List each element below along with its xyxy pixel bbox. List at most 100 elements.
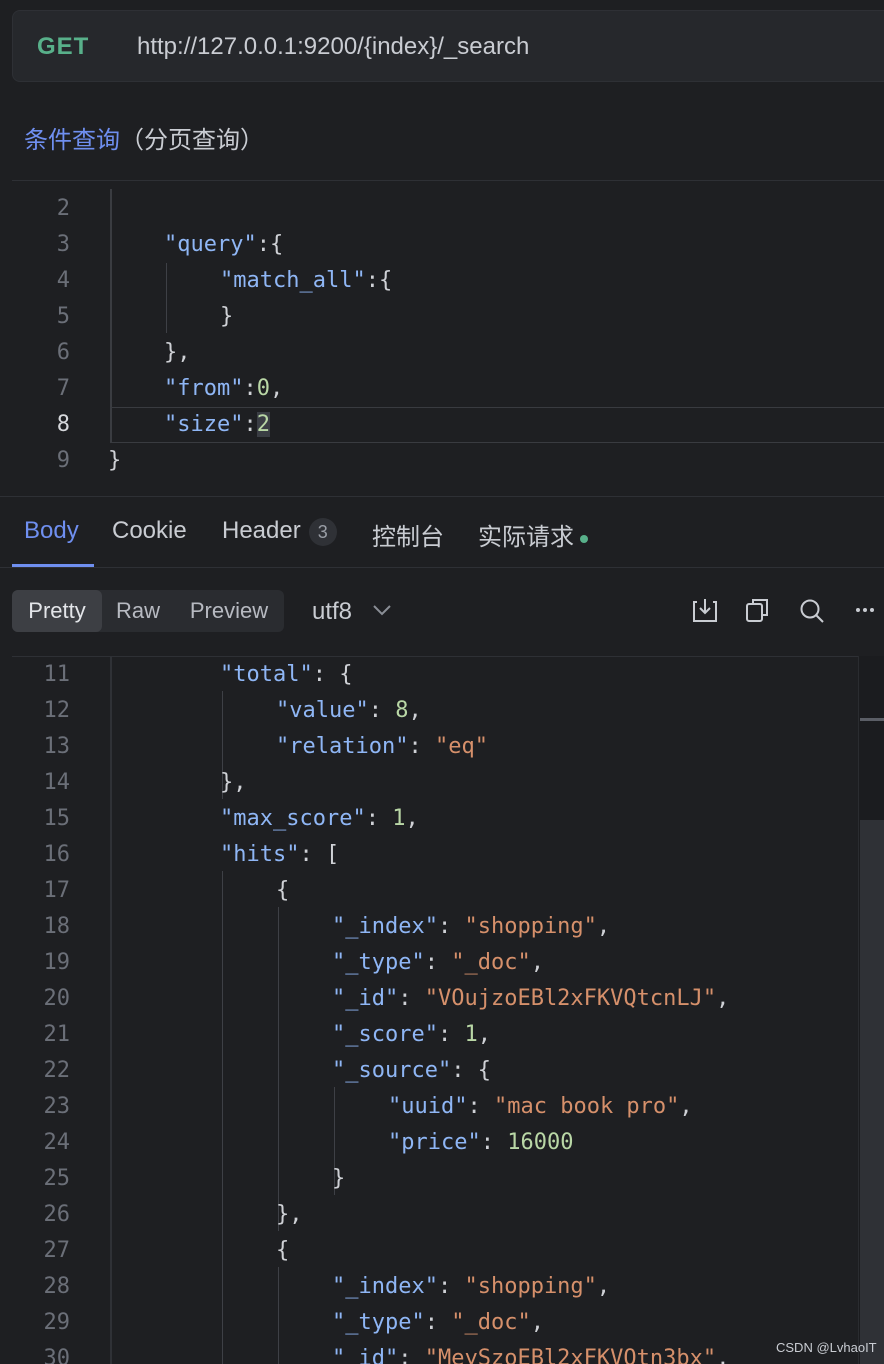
view-preview-button[interactable]: Preview: [174, 590, 284, 632]
line-number: 11: [43, 662, 71, 687]
active-tab-indicator: [12, 564, 94, 567]
line-number: 29: [43, 1310, 71, 1335]
hit-index-value: "shopping": [464, 914, 597, 939]
response-toolbar: Pretty Raw Preview utf8: [0, 568, 884, 656]
line-number: 9: [56, 448, 70, 473]
code-line: 15 "max_score": 1,: [12, 801, 884, 837]
code-line: 29 "_type": "_doc",: [12, 1305, 884, 1341]
code-line: 30 "_id": "MeySzoEBl2xFKVQtn3bx",: [12, 1341, 884, 1364]
tab-body[interactable]: Body: [24, 517, 79, 545]
tab-console[interactable]: 控制台: [372, 517, 444, 552]
code-line: 21 "_score": 1,: [12, 1017, 884, 1053]
hit-id-value: "MeySzoEBl2xFKVQtn3bx": [424, 1346, 717, 1364]
line-number: 24: [43, 1130, 71, 1155]
line-number: 8: [56, 412, 70, 437]
code-line: 14 },: [12, 765, 884, 801]
line-number: 18: [43, 914, 71, 939]
line-number: 27: [43, 1238, 71, 1263]
request-url-input[interactable]: http://127.0.0.1:9200/{index}/_search: [137, 33, 529, 61]
line-number: 22: [43, 1058, 71, 1083]
line-number: 17: [43, 878, 71, 903]
max-score-value: 1: [392, 806, 406, 831]
line-number: 14: [43, 770, 71, 795]
code-line: 26 },: [12, 1197, 884, 1233]
code-line: 2: [12, 191, 884, 227]
http-method[interactable]: GET: [37, 33, 89, 61]
line-number: 26: [43, 1202, 71, 1227]
hit-index-value: "shopping": [464, 1274, 597, 1299]
view-raw-button[interactable]: Raw: [102, 590, 174, 632]
line-number: 12: [43, 698, 71, 723]
line-number: 2: [56, 196, 70, 221]
line-number: 23: [43, 1094, 71, 1119]
source-price-value: 16000: [507, 1130, 574, 1155]
code-line: 13 "relation": "eq": [12, 729, 884, 765]
hit-type-value: "_doc": [451, 950, 531, 975]
line-number: 16: [43, 842, 71, 867]
status-dot-icon: [580, 534, 588, 543]
source-uuid-value: "mac book pro": [493, 1094, 680, 1119]
tab-actual-request[interactable]: 实际请求: [478, 517, 588, 552]
code-line: 18 "_index": "shopping",: [12, 909, 884, 945]
code-line: 16 "hits": [: [12, 837, 884, 873]
line-number: 6: [56, 340, 70, 365]
line-number: 5: [56, 304, 70, 329]
section-title-note: （分页查询）: [120, 127, 264, 154]
line-number: 28: [43, 1274, 71, 1299]
request-body-editor[interactable]: 2 3 "query":{ 4 "match_all":{ 5 } 6 }, 7…: [12, 180, 884, 496]
section-title: 条件查询（分页查询）: [24, 120, 264, 155]
code-line: 27 {: [12, 1233, 884, 1269]
chevron-down-icon[interactable]: [372, 598, 392, 622]
line-number: 3: [56, 232, 70, 257]
line-number: 15: [43, 806, 71, 831]
section-title-link[interactable]: 条件查询: [24, 127, 120, 154]
code-line: 7 "from":0,: [12, 371, 884, 407]
tab-actual-request-label: 实际请求: [478, 524, 574, 551]
tab-cookie[interactable]: Cookie: [112, 517, 187, 545]
more-icon[interactable]: [853, 596, 879, 624]
line-number: 4: [56, 268, 70, 293]
code-line: 3 "query":{: [12, 227, 884, 263]
code-line: 4 "match_all":{: [12, 263, 884, 299]
code-line: 11 "total": {: [12, 657, 884, 693]
line-number: 30: [43, 1346, 71, 1364]
hit-id-value: "VOujzoEBl2xFKVQtcnLJ": [424, 986, 717, 1011]
watermark: CSDN @LvhaoIT: [776, 1340, 877, 1355]
code-line: 22 "_source": {: [12, 1053, 884, 1089]
code-line: 9 }: [12, 443, 884, 479]
code-line: 25 }: [12, 1161, 884, 1197]
code-line: 23 "uuid": "mac book pro",: [12, 1089, 884, 1125]
download-icon[interactable]: [692, 596, 718, 624]
hit-type-value: "_doc": [451, 1310, 531, 1335]
view-pretty-button[interactable]: Pretty: [12, 590, 102, 632]
header-count-badge: 3: [308, 517, 337, 546]
scrollbar-marker: [860, 718, 884, 721]
code-line: 20 "_id": "VOujzoEBl2xFKVQtcnLJ",: [12, 981, 884, 1017]
response-body-viewer[interactable]: 11 "total": { 12 "value": 8, 13 "relatio…: [12, 656, 884, 1364]
code-line: 12 "value": 8,: [12, 693, 884, 729]
line-number: 20: [43, 986, 71, 1011]
code-line: 24 "price": 16000: [12, 1125, 884, 1161]
tab-header-label: Header: [222, 517, 301, 544]
total-value: 8: [395, 698, 409, 723]
code-line: 6 },: [12, 335, 884, 371]
search-icon[interactable]: [799, 596, 825, 624]
line-number: 25: [43, 1166, 71, 1191]
code-line: 28 "_index": "shopping",: [12, 1269, 884, 1305]
copy-icon[interactable]: [745, 596, 771, 624]
tab-header[interactable]: Header 3: [222, 517, 337, 546]
url-bar[interactable]: GET http://127.0.0.1:9200/{index}/_searc…: [12, 10, 884, 82]
line-number: 13: [43, 734, 71, 759]
hit-score-value: 1: [464, 1022, 478, 1047]
line-number: 7: [56, 376, 70, 401]
encoding-select[interactable]: utf8: [312, 598, 352, 626]
scrollbar-thumb[interactable]: [860, 820, 884, 1364]
relation-value: "eq": [434, 734, 488, 759]
code-line: 8 "size":2: [12, 407, 884, 443]
line-number: 19: [43, 950, 71, 975]
response-tabs: Body Cookie Header 3 控制台 实际请求: [0, 496, 884, 568]
code-line: 17 {: [12, 873, 884, 909]
view-mode-switch: Pretty Raw Preview: [12, 590, 284, 632]
code-line: 19 "_type": "_doc",: [12, 945, 884, 981]
line-number: 21: [43, 1022, 71, 1047]
